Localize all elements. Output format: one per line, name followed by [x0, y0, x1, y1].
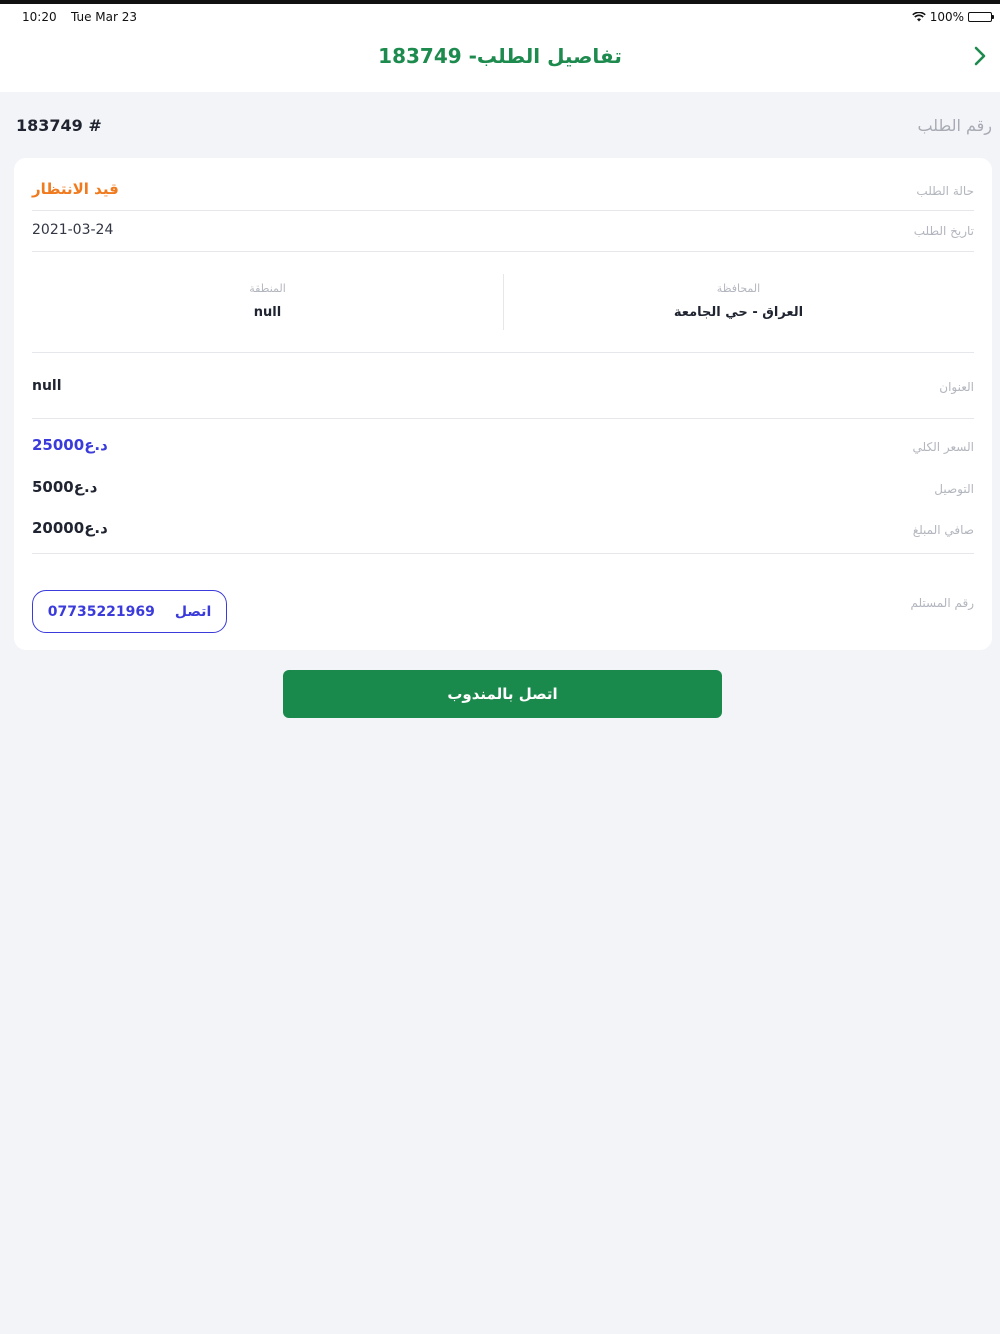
chevron-right-icon — [974, 46, 986, 66]
status-date: Tue Mar 23 — [71, 10, 138, 24]
wifi-icon — [911, 12, 926, 22]
status-time: 10:20 — [22, 10, 57, 24]
status-bar: 10:20 Tue Mar 23 100% — [0, 4, 1000, 30]
total-value: 25000د.ع — [32, 436, 108, 454]
total-label: السعر الكلي — [912, 440, 974, 454]
delivery-label: التوصيل — [934, 482, 974, 496]
address-value: null — [32, 378, 62, 394]
governorate-value: العراق - حي الجامعة — [673, 305, 804, 320]
delivery-row: التوصيل 5000د.ع — [32, 478, 974, 500]
governorate-block: المحافظة العراق - حي الجامعة — [503, 274, 974, 330]
divider — [32, 210, 974, 211]
order-number-label: رقم الطلب — [917, 116, 992, 135]
region-label: المنطقة — [249, 282, 286, 295]
date-value: 2021-03-24 — [32, 222, 114, 238]
column-separator — [503, 274, 504, 330]
order-number-row: رقم الطلب 183749 # — [0, 112, 1000, 142]
region-value: null — [253, 305, 282, 320]
call-driver-button[interactable]: اتصل بالمندوب — [283, 670, 722, 718]
call-label: اتصل — [174, 603, 212, 620]
navigation-bar: تفاصيل الطلب- 183749 — [0, 30, 1000, 92]
date-label: تاريخ الطلب — [913, 224, 974, 238]
status-label: حالة الطلب — [916, 184, 974, 198]
call-recipient-button[interactable]: 07735221969 اتصل — [32, 590, 227, 633]
address-label: العنوان — [939, 380, 974, 394]
status-row: حالة الطلب قيد الانتظار — [32, 180, 974, 202]
delivery-value: 5000د.ع — [32, 478, 98, 496]
recipient-label: رقم المستلم — [910, 596, 974, 610]
region-block: المنطقة null — [32, 274, 503, 330]
order-details-card: حالة الطلب قيد الانتظار تاريخ الطلب 2021… — [14, 158, 992, 650]
battery-icon — [968, 12, 994, 22]
status-indicators: 100% — [911, 10, 994, 24]
total-row: السعر الكلي 25000د.ع — [32, 436, 974, 458]
net-row: صافي المبلغ 20000د.ع — [32, 519, 974, 541]
page-title: تفاصيل الطلب- 183749 — [378, 44, 622, 68]
location-split: المحافظة العراق - حي الجامعة المنطقة nul… — [32, 274, 974, 330]
divider — [32, 251, 974, 252]
address-row: العنوان null — [32, 376, 974, 398]
back-button[interactable] — [966, 42, 994, 70]
governorate-label: المحافظة — [716, 282, 761, 295]
divider — [32, 352, 974, 353]
status-value: قيد الانتظار — [32, 180, 119, 198]
order-number-value: 183749 # — [16, 116, 102, 135]
divider — [32, 553, 974, 554]
battery-percent: 100% — [929, 10, 964, 24]
recipient-phone: 07735221969 — [47, 603, 155, 620]
date-row: تاريخ الطلب 2021-03-24 — [32, 222, 974, 244]
divider — [32, 418, 974, 419]
net-value: 20000د.ع — [32, 519, 108, 537]
net-label: صافي المبلغ — [912, 523, 974, 537]
